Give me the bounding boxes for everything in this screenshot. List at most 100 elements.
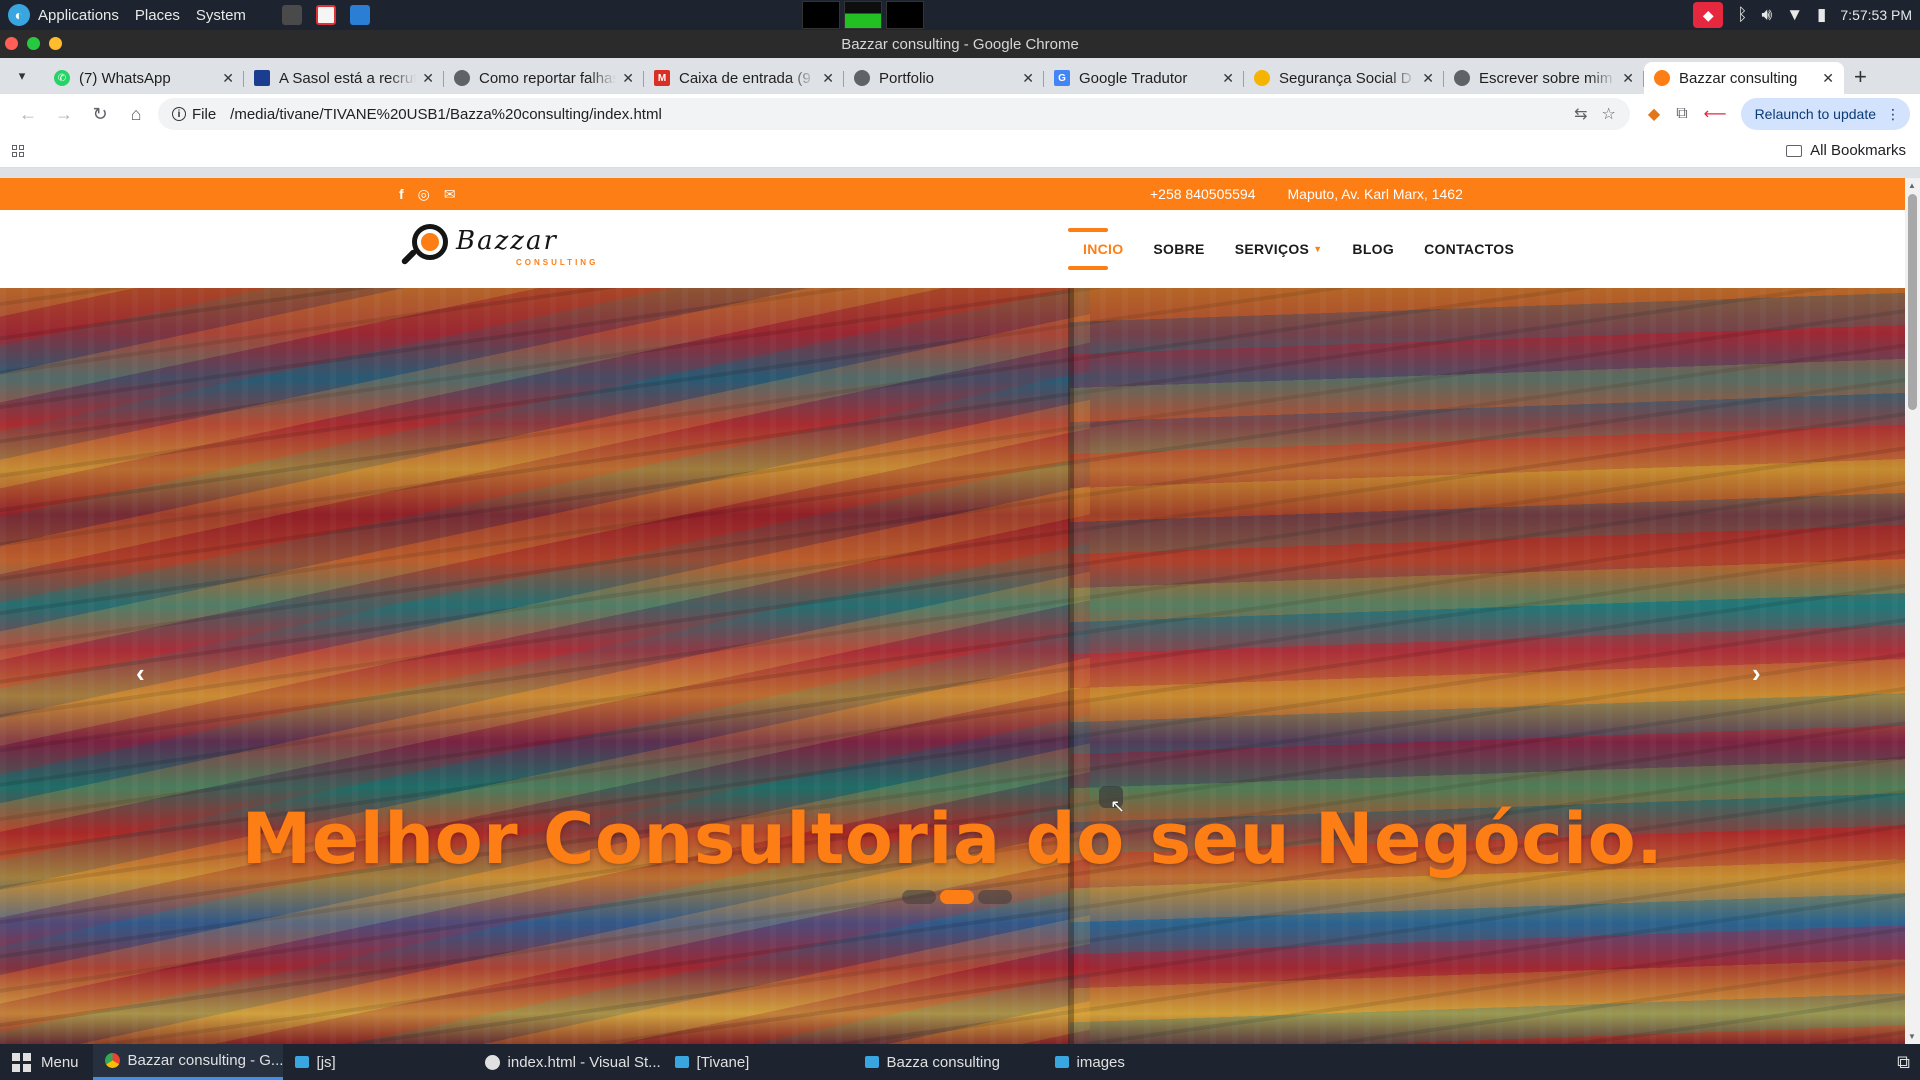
relaunch-to-update-button[interactable]: Relaunch to update ⋮ [1740, 98, 1910, 130]
taskbar-item-bazza-folder[interactable]: Bazza consulting [853, 1044, 1043, 1080]
system-menu[interactable]: System [196, 7, 246, 24]
close-tab-icon[interactable]: ✕ [1422, 70, 1434, 87]
tab-bazzar-consulting[interactable]: Bazzar consulting ✕ [1644, 62, 1844, 94]
system-tray: ◆ ᛒ 🔊︎ ▼ ▮ 7:57:53 PM [1693, 0, 1912, 30]
scroll-down-icon[interactable]: ▼ [1908, 1032, 1916, 1041]
scroll-up-icon[interactable]: ▲ [1908, 181, 1916, 190]
close-window-button[interactable] [5, 37, 18, 50]
close-tab-icon[interactable]: ✕ [1022, 70, 1034, 87]
close-tab-icon[interactable]: ✕ [1622, 70, 1634, 87]
tab-label: Como reportar falhas [479, 69, 617, 87]
close-tab-icon[interactable]: ✕ [222, 70, 234, 87]
maximize-window-button[interactable] [27, 37, 40, 50]
address-bar[interactable]: i File /media/tivane/TIVANE%20USB1/Bazza… [158, 98, 1630, 130]
logo-subtitle: CONSULTING [516, 258, 599, 267]
close-tab-icon[interactable]: ✕ [1822, 70, 1834, 87]
vscode-icon [484, 1054, 500, 1070]
close-tab-icon[interactable]: ✕ [422, 70, 434, 87]
tab-como-reportar[interactable]: Como reportar falhas ✕ [444, 62, 644, 94]
carousel-indicator-3[interactable] [978, 890, 1012, 904]
forward-arrow-icon[interactable]: → [46, 104, 82, 125]
bazzar-logo[interactable]: Bazzar CONSULTING [400, 224, 600, 272]
window-titlebar[interactable]: Bazzar consulting - Google Chrome [0, 30, 1920, 58]
site-info-chip[interactable]: i File [172, 106, 216, 123]
all-bookmarks-button[interactable]: All Bookmarks [1786, 142, 1906, 159]
nav-contactos[interactable]: CONTACTOS [1424, 210, 1514, 288]
tab-search-chevron-icon[interactable]: ▾ [10, 64, 34, 88]
apps-grid-icon[interactable] [12, 144, 24, 157]
new-tab-plus-icon[interactable]: + [1854, 64, 1867, 90]
workspace-2[interactable] [844, 1, 882, 29]
taskbar-item-vscode[interactable]: index.html - Visual St... [473, 1044, 663, 1080]
home-icon[interactable]: ⌂ [118, 104, 154, 125]
phone-number: +258 840505594 [1150, 186, 1256, 202]
tab-gmail[interactable]: M Caixa de entrada (9 ✕ [644, 62, 844, 94]
window-title: Bazzar consulting - Google Chrome [841, 35, 1079, 53]
battery-icon[interactable]: ▮ [1817, 5, 1826, 25]
tab-seguranca-social[interactable]: Segurança Social D ✕ [1244, 62, 1444, 94]
carousel-next-chevron-icon[interactable]: › [1752, 658, 1761, 689]
mouse-pointer-icon: ↖ [1110, 796, 1126, 816]
nav-inicio[interactable]: INCIO [1067, 210, 1123, 288]
tab-label: Portfolio [879, 69, 935, 87]
text-editor-launcher-icon[interactable] [315, 5, 336, 25]
terminal-launcher-icon[interactable] [281, 5, 302, 25]
translate-icon[interactable]: ⇆ [1574, 104, 1587, 124]
kebab-menu-icon[interactable]: ⋮ [1886, 106, 1900, 123]
clock[interactable]: 7:57:53 PM [1840, 7, 1912, 23]
instagram-icon[interactable]: ◎ [418, 186, 430, 203]
close-tab-icon[interactable]: ✕ [1222, 70, 1234, 87]
browser-toolbar: ← → ↻ ⌂ i File /media/tivane/TIVANE%20US… [0, 94, 1920, 134]
nav-blog[interactable]: BLOG [1352, 210, 1394, 288]
start-menu-button[interactable]: Menu [0, 1052, 93, 1072]
tab-label: A Sasol está a recrutar [279, 69, 417, 87]
taskbar-item-js-folder[interactable]: [js] [283, 1044, 473, 1080]
bluetooth-icon[interactable]: ᛒ [1737, 5, 1747, 25]
workspace-1[interactable] [802, 1, 840, 29]
tab-sasol[interactable]: A Sasol está a recrutar ✕ [244, 62, 444, 94]
carousel-prev-chevron-icon[interactable]: ‹ [136, 658, 145, 689]
tab-label: Segurança Social D [1279, 69, 1412, 87]
vscode-launcher-icon[interactable] [349, 5, 370, 25]
start-menu-label: Menu [41, 1053, 79, 1071]
facebook-icon[interactable]: f [399, 186, 404, 202]
nav-sobre[interactable]: SOBRE [1153, 210, 1204, 288]
tab-whatsapp[interactable]: ✆ (7) WhatsApp ✕ [44, 62, 244, 94]
back-arrow-icon[interactable]: ← [10, 104, 46, 125]
globe-favicon-icon [854, 70, 870, 86]
email-icon[interactable]: ✉ [444, 186, 456, 203]
nav-servicos[interactable]: SERVIÇOS ▼ [1235, 210, 1323, 288]
page-scrollbar[interactable]: ▲ ▼ [1905, 178, 1920, 1044]
anydesk-tray-icon[interactable]: ◆ [1693, 2, 1724, 28]
tab-escrever-sobre-mim[interactable]: Escrever sobre mim ✕ [1444, 62, 1644, 94]
minimize-window-button[interactable] [49, 37, 62, 50]
bookmark-star-icon[interactable]: ☆ [1602, 104, 1616, 124]
all-bookmarks-label: All Bookmarks [1810, 142, 1906, 159]
taskbar-item-tivane-folder[interactable]: [Tivane] [663, 1044, 853, 1080]
url-text[interactable]: /media/tivane/TIVANE%20USB1/Bazza%20cons… [230, 106, 1560, 123]
show-desktop-icon[interactable]: ⧉ [1897, 1052, 1910, 1073]
wifi-icon[interactable]: ▼ [1786, 5, 1803, 25]
carousel-indicator-1[interactable] [902, 890, 936, 904]
tab-google-tradutor[interactable]: G Google Tradutor ✕ [1044, 62, 1244, 94]
scrollbar-thumb[interactable] [1908, 194, 1917, 410]
tab-portfolio[interactable]: Portfolio ✕ [844, 62, 1044, 94]
volume-icon[interactable]: 🔊︎ [1761, 5, 1772, 25]
close-tab-icon[interactable]: ✕ [622, 70, 634, 87]
workspace-3[interactable] [886, 1, 924, 29]
linux-mint-logo-icon[interactable]: ◐ [8, 4, 30, 26]
reload-icon[interactable]: ↻ [82, 104, 118, 125]
contact-info: +258 840505594 Maputo, Av. Karl Marx, 14… [1150, 186, 1463, 202]
whatsapp-favicon-icon: ✆ [54, 70, 70, 86]
taskbar-item-images-folder[interactable]: images [1043, 1044, 1233, 1080]
metamask-extension-icon[interactable]: ◆ [1648, 104, 1660, 124]
site-info-label: File [192, 105, 217, 123]
taskbar-item-chrome[interactable]: Bazzar consulting - G... [92, 1044, 283, 1080]
places-menu[interactable]: Places [135, 7, 180, 24]
dropdown-caret-icon: ▼ [1313, 244, 1323, 254]
carousel-indicator-2[interactable] [940, 890, 974, 904]
extensions-puzzle-icon[interactable]: ⧉ [1676, 105, 1687, 123]
anydesk-extension-icon[interactable]: ⟵ [1704, 104, 1727, 124]
close-tab-icon[interactable]: ✕ [822, 70, 834, 87]
applications-menu[interactable]: Applications [38, 7, 119, 24]
